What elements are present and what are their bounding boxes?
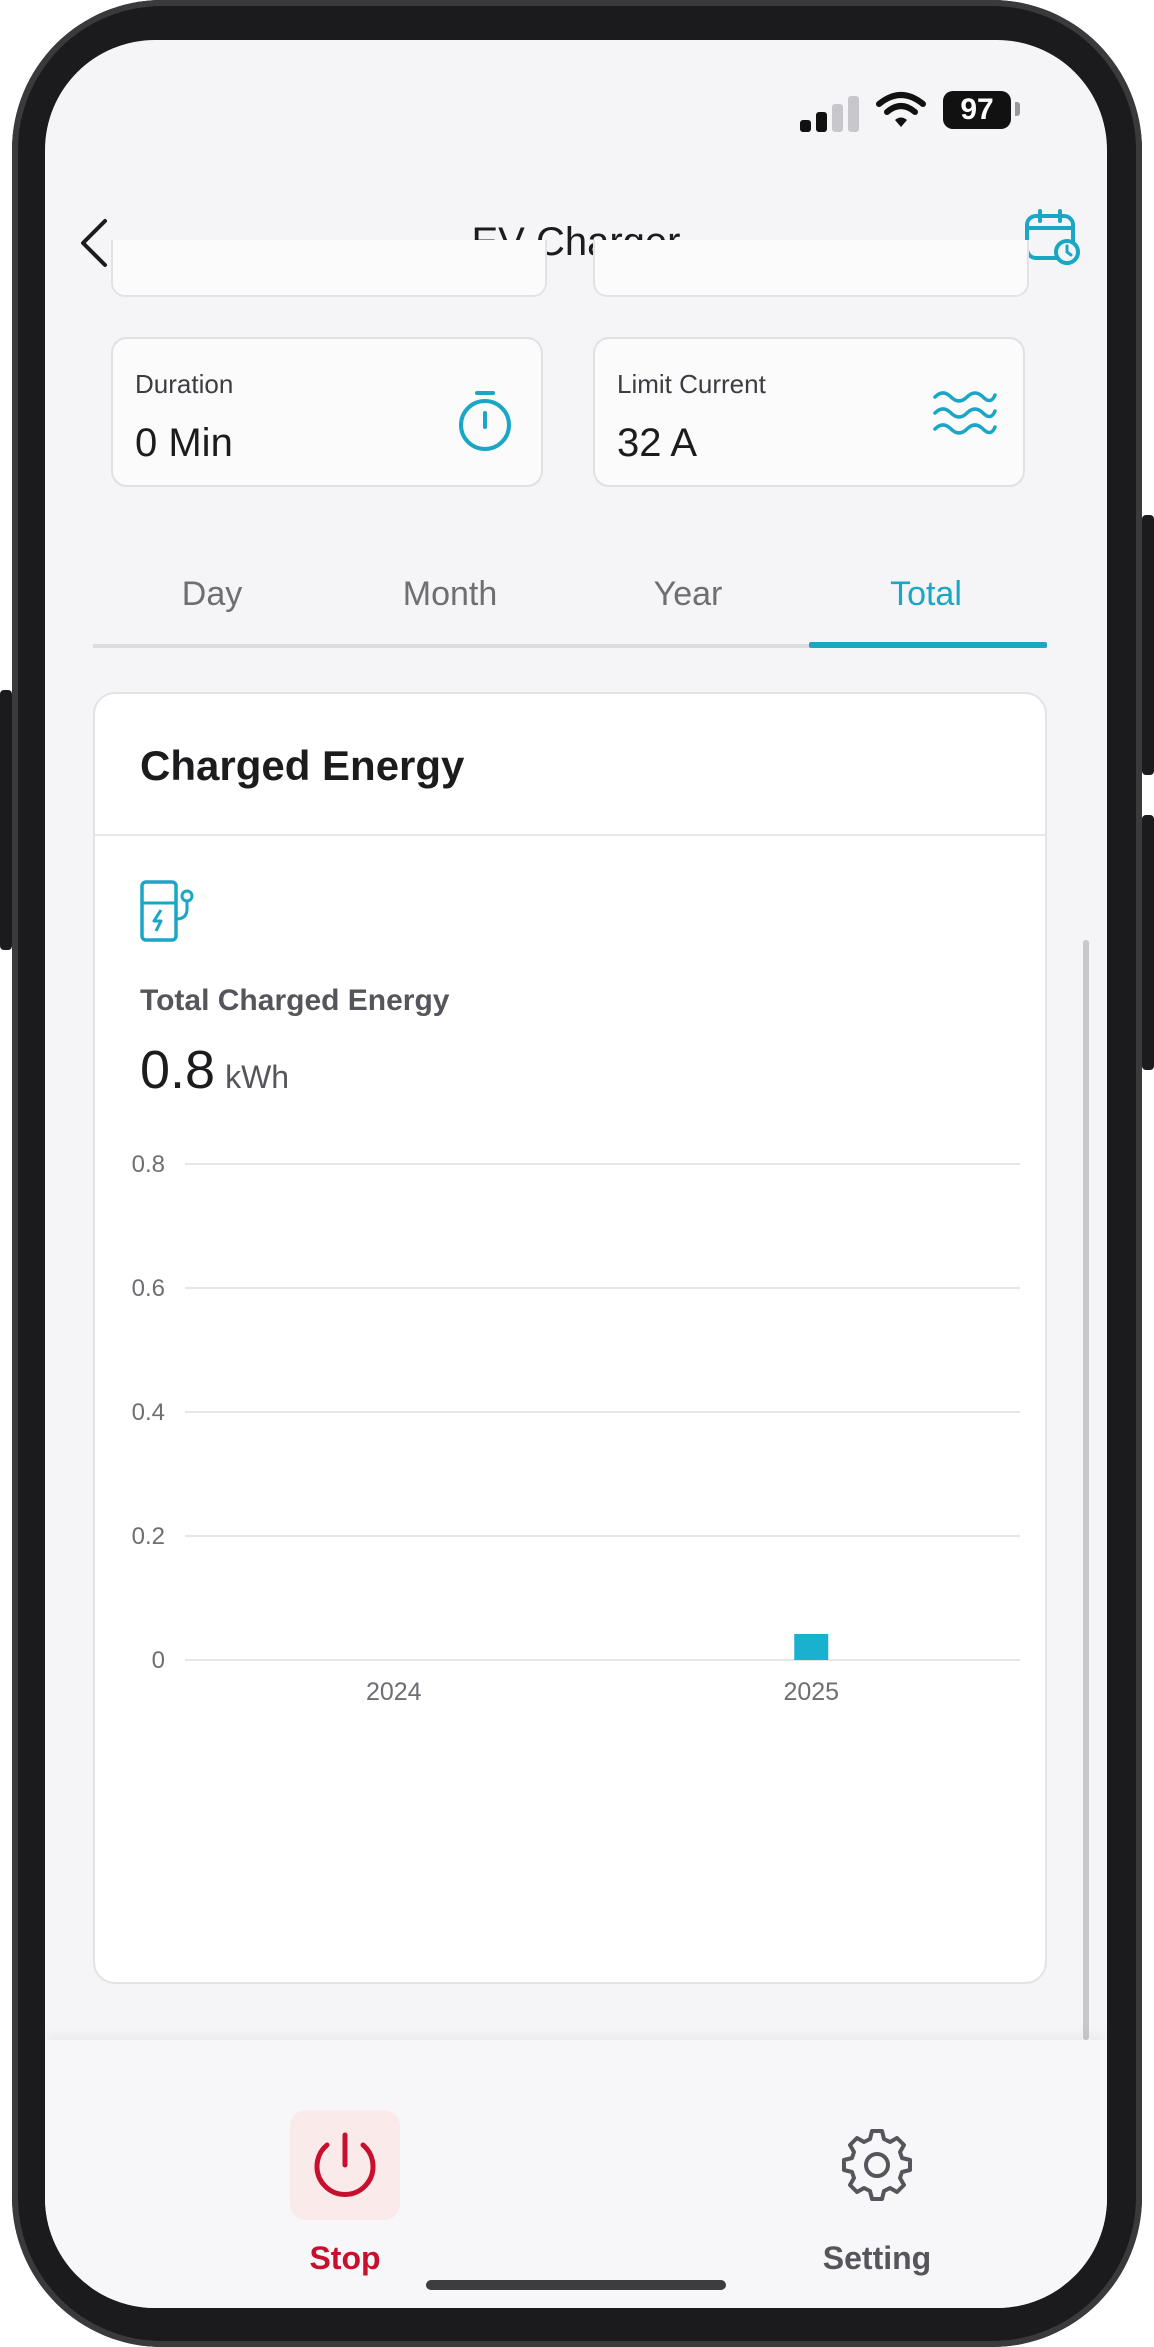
battery-tip xyxy=(1015,102,1020,116)
gear-icon xyxy=(842,2129,912,2201)
calendar-clock-icon[interactable] xyxy=(1023,208,1081,266)
tab-total[interactable]: Total xyxy=(807,560,1045,648)
card-title: Charged Energy xyxy=(140,742,465,789)
y-tick-label: 0.8 xyxy=(132,1154,165,1178)
side-button xyxy=(0,690,12,950)
tab-month[interactable]: Month xyxy=(331,560,569,648)
bottom-toolbar: Stop Setting xyxy=(45,2040,1107,2308)
energy-bar-chart: 0 0.2 0.4 0.6 0.8 2024 2025 xyxy=(132,1154,1020,1706)
period-tabs: Day Month Year Total xyxy=(93,560,1047,650)
limit-current-value: 32 A xyxy=(617,421,698,465)
total-energy-number: 0.8 xyxy=(140,1040,216,1100)
stat-card-partial xyxy=(111,240,547,297)
y-tick-label: 0.6 xyxy=(132,1275,165,1302)
tab-year[interactable]: Year xyxy=(569,560,807,648)
duration-value: 0 Min xyxy=(135,421,233,465)
duration-card: Duration 0 Min xyxy=(111,337,543,487)
side-button xyxy=(1142,815,1154,1070)
active-tab-indicator xyxy=(809,642,1047,648)
limit-current-card: Limit Current 32 A xyxy=(593,337,1025,487)
duration-label: Duration xyxy=(135,369,234,399)
side-button xyxy=(1142,515,1154,775)
charged-energy-card: Charged Energy Total Charged Energy 0.8 k… xyxy=(93,692,1047,1984)
status-bar: 97 xyxy=(45,40,1107,170)
stat-card-partial xyxy=(593,240,1029,297)
total-energy-label: Total Charged Energy xyxy=(140,984,450,1017)
setting-button[interactable]: Setting xyxy=(767,2070,987,2276)
current-waves-icon xyxy=(933,391,997,435)
setting-label: Setting xyxy=(822,2240,932,2276)
limit-current-label: Limit Current xyxy=(617,369,766,399)
power-icon xyxy=(314,2132,376,2197)
battery-level: 97 xyxy=(943,91,1011,129)
ev-charger-icon xyxy=(140,880,194,942)
cellular-signal-icon xyxy=(800,92,860,132)
stop-button[interactable]: Stop xyxy=(235,2070,455,2276)
home-indicator xyxy=(426,2280,726,2290)
stopwatch-icon xyxy=(459,391,511,451)
wifi-icon xyxy=(876,92,926,127)
y-tick-label: 0.4 xyxy=(132,1399,165,1426)
tab-day[interactable]: Day xyxy=(93,560,331,648)
app-screen: 97 EV Charger Duration 0 Min Limit Curre… xyxy=(45,40,1107,2308)
total-energy-value: 0.8 kWh xyxy=(140,1039,289,1101)
total-energy-unit: kWh xyxy=(225,1059,290,1095)
card-divider xyxy=(95,834,1045,836)
scrollbar[interactable] xyxy=(1083,940,1089,2040)
x-tick-label: 2025 xyxy=(783,1678,839,1706)
stop-label: Stop xyxy=(309,2240,381,2276)
bar xyxy=(794,1634,829,1660)
x-tick-label: 2024 xyxy=(366,1678,422,1706)
y-tick-label: 0.2 xyxy=(132,1523,165,1550)
y-tick-label: 0 xyxy=(152,1647,165,1674)
